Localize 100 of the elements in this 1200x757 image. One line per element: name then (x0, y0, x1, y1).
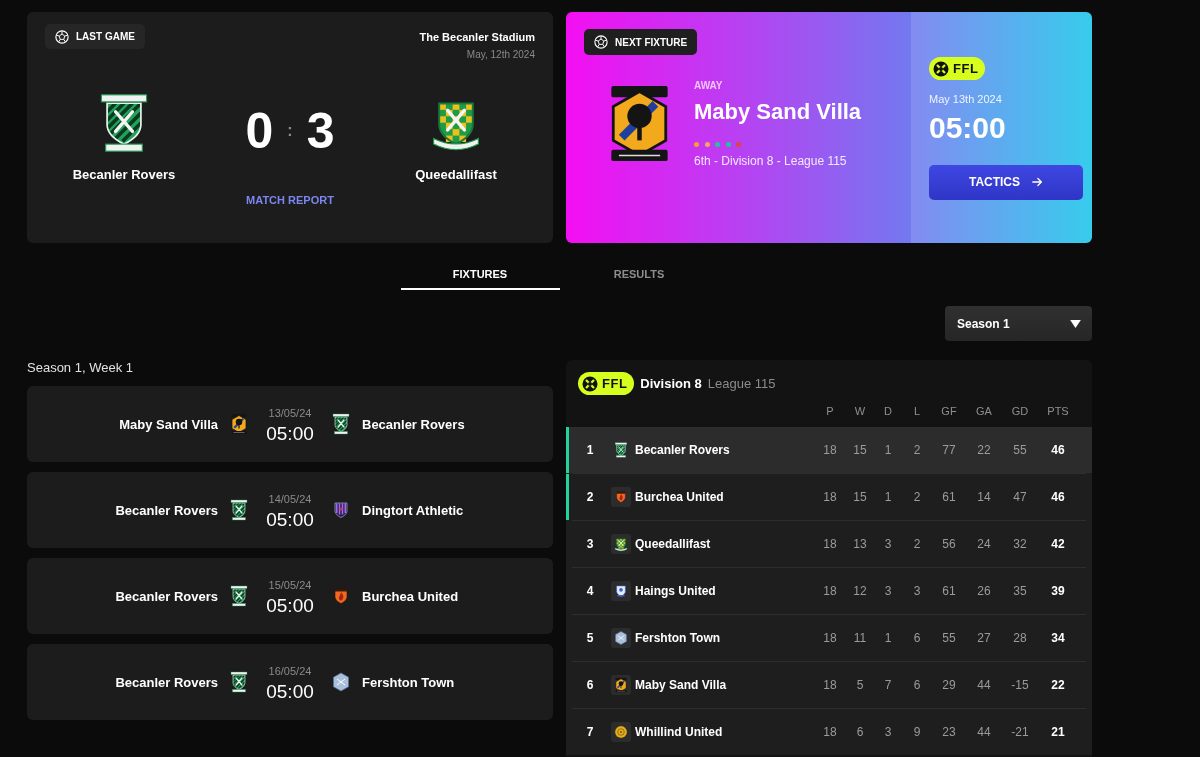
caret-icon (1070, 319, 1081, 328)
table-row[interactable]: 1 Becanler Rovers 18 15 1 2 77 22 55 46 (566, 427, 1092, 473)
fixture-card[interactable]: Becanler Rovers 14/05/24 05:00 Dingtort Athletic (27, 472, 553, 548)
kickoff-time: 05:00 (266, 595, 314, 617)
column-header: GF (940, 405, 958, 417)
team-name: Becanler Rovers (72, 167, 176, 183)
stat-value: 18 (822, 490, 838, 504)
points: 46 (1050, 490, 1066, 504)
stat-value: 27 (976, 631, 992, 645)
stat-value: 14 (976, 490, 992, 504)
column-header: W (853, 405, 867, 417)
shield-crest-icon (331, 413, 351, 435)
team-name: Fershton Town (362, 674, 456, 690)
kickoff-time: 05:00 (266, 423, 314, 445)
stat-value: 15 (852, 490, 868, 504)
stat-value: 18 (822, 584, 838, 598)
points: 42 (1050, 537, 1066, 551)
team-name: Queedallifast (634, 537, 712, 551)
team-name: Burchea United (634, 490, 725, 504)
fixture-card[interactable]: Becanler Rovers 16/05/24 05:00 Fershton Town (27, 644, 553, 720)
stat-value: 1 (883, 490, 893, 504)
stat-value: -21 (1010, 725, 1030, 739)
team-name: Becanler Rovers (114, 588, 218, 604)
stat-value: 13 (852, 537, 868, 551)
position: 6 (585, 678, 595, 692)
hexagon-crest-icon (611, 628, 631, 648)
soccer-ball-icon (594, 35, 608, 49)
points: 39 (1050, 584, 1066, 598)
position: 5 (585, 631, 595, 645)
score: 0 (245, 106, 274, 156)
team-name: Becanler Rovers (634, 443, 731, 457)
fixture-date: 14/05/24 (268, 493, 312, 506)
stat-value: 6 (912, 631, 922, 645)
stat-value: 3 (883, 584, 893, 598)
stat-value: 6 (855, 725, 865, 739)
fixture-date: 16/05/24 (268, 665, 312, 678)
tab[interactable]: RESULTS (559, 262, 719, 290)
fixture-card[interactable]: Maby Sand Villa 13/05/24 05:00 Becanler Rovers (27, 386, 553, 462)
stat-value: 18 (822, 678, 838, 692)
league-abbreviation: FFL (953, 61, 979, 76)
team-name: Maby Sand Villa (634, 678, 728, 692)
shield-crest-icon (611, 581, 631, 601)
stat-value: -15 (1010, 678, 1030, 692)
stat-value: 3 (883, 725, 893, 739)
team-name: Becanler Rovers (362, 416, 466, 432)
position: 4 (585, 584, 595, 598)
position: 2 (585, 490, 595, 504)
column-header: PTS (1046, 405, 1070, 417)
tactics-button[interactable]: TACTICS (929, 164, 1083, 200)
venue-type: AWAY (694, 80, 723, 92)
stat-value: 32 (1012, 537, 1028, 551)
shield-crest-icon (331, 585, 351, 607)
hexagon-crest-icon (331, 671, 351, 693)
kickoff-time: 05:00 (929, 111, 1007, 144)
stat-value: 2 (912, 537, 922, 551)
stat-value: 44 (976, 678, 992, 692)
fixture-card[interactable]: Becanler Rovers 15/05/24 05:00 Burchea United (27, 558, 553, 634)
hexagon-crest-icon (229, 413, 249, 435)
column-header: GA (975, 405, 993, 417)
section-title: LAST GAME (76, 31, 135, 42)
score-separator: : (287, 123, 293, 139)
x-emblem-icon (933, 60, 949, 77)
match-report-link[interactable]: MATCH REPORT (246, 194, 334, 207)
shield-crest-icon (611, 534, 631, 554)
x-emblem-icon (582, 375, 598, 392)
points: 34 (1050, 631, 1066, 645)
stat-value: 18 (822, 631, 838, 645)
column-header: GD (1010, 405, 1030, 417)
position: 3 (585, 537, 595, 551)
stat-value: 47 (1012, 490, 1028, 504)
league-abbreviation: FFL (602, 376, 628, 391)
stat-value: 55 (941, 631, 957, 645)
fixture-date: May 13th 2024 (929, 92, 1003, 106)
tab[interactable]: FIXTURES (400, 262, 560, 290)
stat-value: 22 (976, 443, 992, 457)
stat-value: 11 (852, 631, 868, 645)
shield-crest-icon (611, 487, 631, 507)
team-name: Queedallifast (415, 167, 497, 183)
stat-value: 56 (941, 537, 957, 551)
stat-value: 18 (822, 443, 838, 457)
shield-crest-icon (229, 585, 249, 607)
team-name: Burchea United (362, 588, 460, 604)
team-name: Maby Sand Villa (118, 416, 218, 432)
stat-value: 18 (822, 537, 838, 551)
stat-value: 12 (852, 584, 868, 598)
stadium-name: The Becanler Stadium (419, 31, 535, 44)
stat-value: 3 (883, 537, 893, 551)
week-heading: Season 1, Week 1 (27, 360, 134, 376)
column-header: L (912, 405, 922, 417)
stat-value: 29 (941, 678, 957, 692)
position: 7 (585, 725, 595, 739)
team-name: Becanler Rovers (114, 502, 218, 518)
season-dropdown[interactable]: Season 1 (945, 306, 1092, 341)
stat-value: 24 (976, 537, 992, 551)
stat-value: 28 (1012, 631, 1028, 645)
kickoff-time: 05:00 (266, 509, 314, 531)
column-header: P (825, 405, 835, 417)
soccer-ball-icon (55, 29, 69, 44)
opponent-name: Maby Sand Villa (694, 99, 862, 125)
fixture-date: 15/05/24 (268, 579, 312, 592)
